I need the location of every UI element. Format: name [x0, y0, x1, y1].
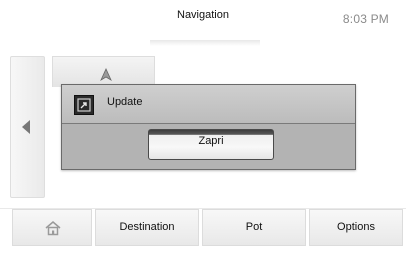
options-button[interactable]: Options — [309, 209, 403, 246]
dialog-header: Update — [62, 85, 355, 124]
close-button[interactable]: Zapri — [148, 129, 274, 160]
home-button[interactable] — [12, 209, 92, 246]
pot-button[interactable]: Pot — [202, 209, 306, 246]
left-arrow-icon[interactable] — [22, 120, 30, 134]
update-icon — [74, 95, 94, 115]
home-icon — [45, 221, 61, 236]
update-dialog: Update Zapri — [61, 84, 356, 170]
dialog-title: Update — [107, 96, 143, 108]
destination-button[interactable]: Destination — [95, 209, 199, 246]
title-glow — [150, 40, 260, 46]
compass-icon — [100, 68, 112, 82]
clock: 8:03 PM — [342, 12, 389, 26]
